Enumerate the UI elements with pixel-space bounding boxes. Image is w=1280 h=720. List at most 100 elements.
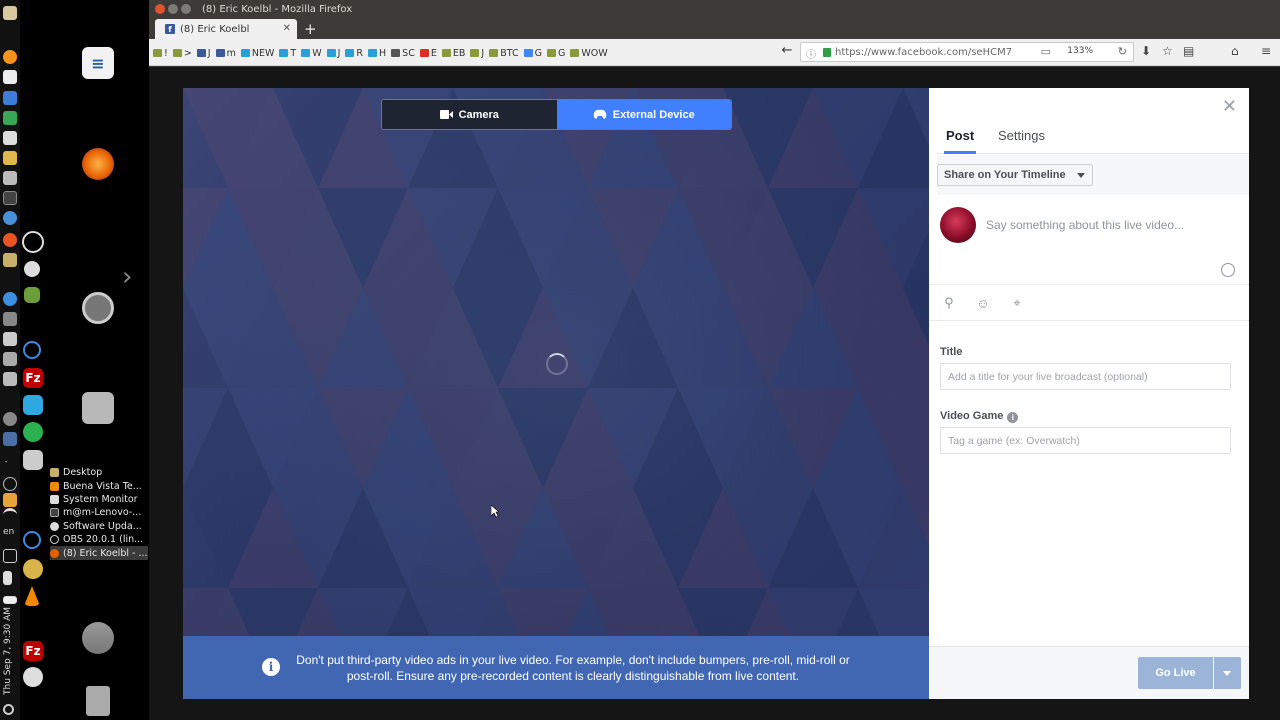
bookmark-item[interactable]: WOW xyxy=(568,45,609,61)
coin-icon[interactable] xyxy=(23,559,43,579)
archive-icon[interactable] xyxy=(3,253,17,267)
share-target-dropdown[interactable]: Share on Your Timeline xyxy=(937,164,1093,186)
photo-icon[interactable] xyxy=(23,450,43,470)
task-item[interactable]: System Monitor xyxy=(50,493,148,506)
mail-icon[interactable] xyxy=(24,287,40,303)
task-item[interactable]: m@m-Lenovo-... xyxy=(50,506,148,519)
home-icon[interactable]: ⌂ xyxy=(1231,44,1239,58)
document-icon[interactable]: ≡ xyxy=(82,47,114,79)
camera-button[interactable]: Camera xyxy=(382,100,557,129)
bookmark-item[interactable]: W xyxy=(299,45,323,61)
atom-icon[interactable] xyxy=(23,341,41,359)
tag-people-icon[interactable]: ⚲ xyxy=(941,295,957,311)
notes-icon[interactable] xyxy=(3,151,17,165)
user-share-icon[interactable] xyxy=(82,622,114,654)
bookmark-item[interactable]: NEW xyxy=(239,45,277,61)
wifi-icon[interactable] xyxy=(3,508,17,522)
calendar-icon[interactable] xyxy=(3,91,17,105)
title-input[interactable]: Add a title for your live broadcast (opt… xyxy=(940,363,1231,390)
bookmark-item[interactable]: J xyxy=(325,45,343,61)
bookmark-item[interactable]: H xyxy=(366,45,388,61)
close-icon[interactable]: ✕ xyxy=(1222,96,1237,117)
chevron-right-icon[interactable]: › xyxy=(122,262,132,292)
keyboard-language[interactable]: en xyxy=(3,527,14,537)
close-window-button[interactable] xyxy=(155,4,165,14)
info-icon[interactable]: ⓘ xyxy=(806,46,816,61)
printer-icon[interactable] xyxy=(3,171,17,185)
feeling-icon[interactable]: ☺ xyxy=(975,295,991,311)
task-item[interactable]: OBS 20.0.1 (lin... xyxy=(50,533,148,546)
vlc-icon[interactable] xyxy=(24,586,40,606)
obs-icon[interactable] xyxy=(22,231,44,253)
bookmark-item[interactable]: BTC xyxy=(487,45,520,61)
ubuntu-icon[interactable] xyxy=(3,233,17,247)
bookmark-star-icon[interactable]: ☆ xyxy=(1162,44,1173,58)
files-icon[interactable] xyxy=(3,6,17,20)
atom-2-icon[interactable] xyxy=(23,531,41,549)
go-live-button[interactable]: Go Live xyxy=(1138,657,1213,689)
close-tab-icon[interactable]: ✕ xyxy=(283,23,291,34)
bookmark-item[interactable]: J xyxy=(195,45,213,61)
filezilla-2-icon[interactable]: Fz xyxy=(23,641,43,661)
task-item[interactable]: Buena Vista Te... xyxy=(50,479,148,492)
mountain-icon[interactable] xyxy=(23,395,43,415)
browser-tab[interactable]: f (8) Eric Koelbl ✕ xyxy=(155,19,297,39)
terminal-icon[interactable] xyxy=(3,191,17,205)
webcam-icon[interactable] xyxy=(3,312,17,326)
display-icon[interactable] xyxy=(3,332,17,346)
printer-2-icon[interactable] xyxy=(3,372,17,386)
minimize-window-button[interactable] xyxy=(168,4,178,14)
bookmark-item[interactable]: J xyxy=(468,45,486,61)
trash-icon[interactable] xyxy=(86,686,110,716)
bookmark-item[interactable]: SC xyxy=(389,45,417,61)
sync-icon[interactable] xyxy=(3,477,17,491)
zoom-level[interactable]: 133% xyxy=(1067,46,1093,56)
ubuntu-logo-icon[interactable] xyxy=(82,292,114,324)
location-pin-icon[interactable]: ⌖ xyxy=(1009,295,1025,311)
bookmark-item[interactable]: G xyxy=(545,45,567,61)
bookmark-item[interactable]: R xyxy=(343,45,365,61)
bluetooth-icon[interactable]: ᛫ xyxy=(3,458,17,472)
go-live-options-button[interactable] xyxy=(1214,657,1241,689)
back-button[interactable]: ← xyxy=(777,43,797,61)
task-item[interactable]: Software Upda... xyxy=(50,520,148,533)
lock-icon[interactable] xyxy=(823,47,831,57)
tab-settings[interactable]: Settings xyxy=(998,128,1045,154)
filezilla-icon[interactable]: Fz xyxy=(23,368,43,388)
bookmark-item[interactable]: > xyxy=(171,45,194,61)
bookmark-item[interactable]: G xyxy=(522,45,544,61)
firefox-icon[interactable] xyxy=(82,148,114,180)
chromium-icon[interactable] xyxy=(3,292,17,306)
clock[interactable]: Thu Sep 7, 9:30 AM xyxy=(3,599,17,695)
maximize-window-button[interactable] xyxy=(181,4,191,14)
microphone-icon[interactable] xyxy=(3,549,17,563)
apps-icon[interactable] xyxy=(3,131,17,145)
bookmark-item[interactable]: T xyxy=(277,45,298,61)
menu-icon[interactable]: ≡ xyxy=(1261,44,1271,58)
emoji-icon[interactable] xyxy=(1221,263,1235,277)
player-icon[interactable] xyxy=(3,211,17,225)
writer-icon[interactable] xyxy=(3,70,17,84)
power-icon[interactable] xyxy=(3,704,14,715)
compose-input[interactable]: Say something about this live video... xyxy=(986,218,1184,232)
tab-post[interactable]: Post xyxy=(944,128,977,154)
video-game-input[interactable]: Tag a game (ex: Overwatch) xyxy=(940,427,1231,454)
info-icon[interactable]: i xyxy=(1007,412,1019,423)
volume-icon[interactable] xyxy=(3,571,12,585)
drive-icon[interactable] xyxy=(3,352,17,366)
beach-ball-icon[interactable] xyxy=(24,261,40,277)
bookmark-item[interactable]: E xyxy=(418,45,439,61)
external-device-button[interactable]: External Device xyxy=(556,100,731,129)
bitcoin-icon[interactable] xyxy=(3,50,17,64)
url-text[interactable]: https://www.facebook.com/seHCM7 xyxy=(835,47,1012,58)
screen-icon[interactable] xyxy=(3,432,17,446)
bookmark-item[interactable]: ! xyxy=(151,45,170,61)
reload-icon[interactable]: ↻ xyxy=(1118,45,1127,58)
url-bar[interactable]: ⓘ https://www.facebook.com/seHCM7 ▭ 133%… xyxy=(800,42,1134,62)
task-item[interactable]: Desktop xyxy=(50,466,148,479)
telegram-icon[interactable] xyxy=(23,422,43,442)
bookmark-item[interactable]: m xyxy=(214,45,238,61)
download-icon[interactable]: ⬇ xyxy=(1141,44,1151,58)
archive-manager-icon[interactable] xyxy=(82,392,114,424)
bookmark-item[interactable]: EB xyxy=(440,45,468,61)
